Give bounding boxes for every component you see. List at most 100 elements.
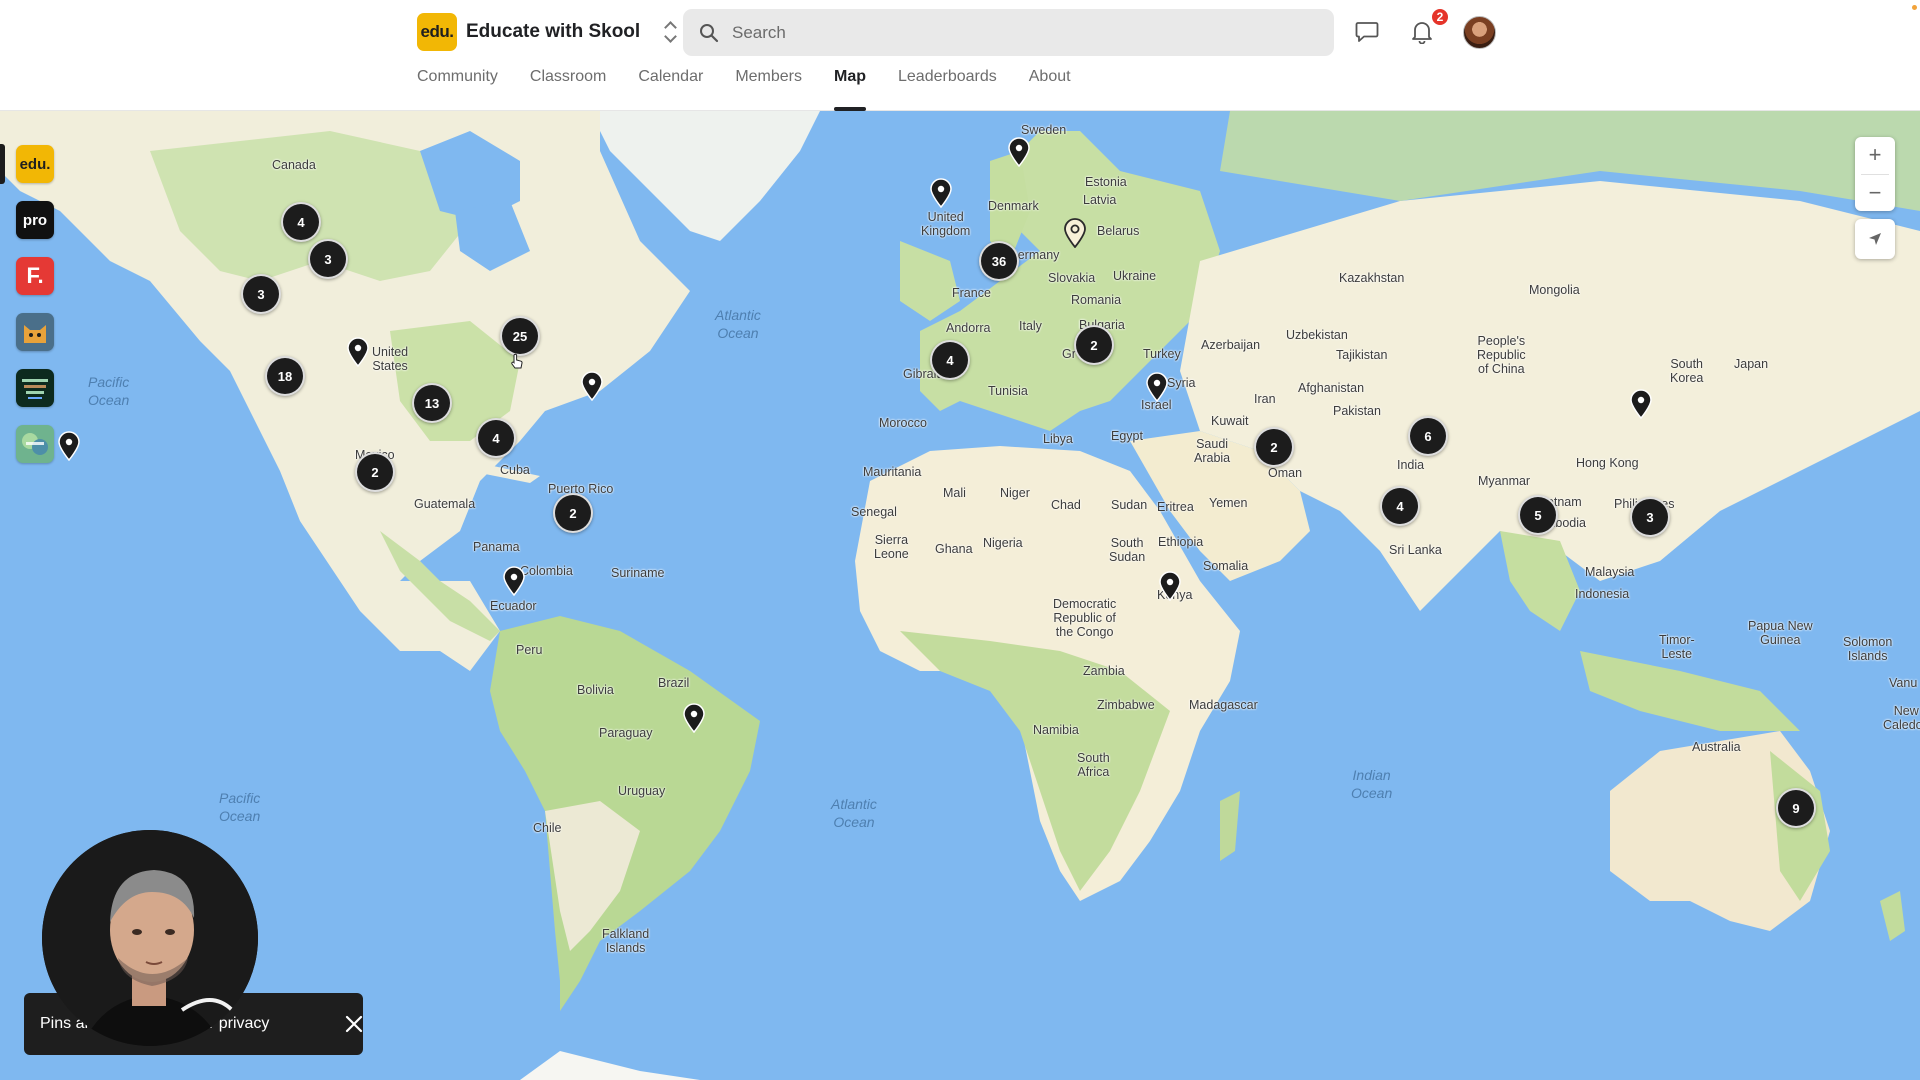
community-f[interactable]: F. — [16, 257, 54, 295]
webcam-overlay — [42, 830, 258, 1046]
label-chile: Chile — [533, 821, 562, 835]
map-land-layer — [0, 111, 1920, 1080]
community-name[interactable]: Educate with Skool — [466, 21, 640, 43]
community-cat[interactable] — [16, 313, 54, 351]
label-china: People's Republic of China — [1477, 334, 1526, 376]
map-pin-icon[interactable] — [1158, 571, 1182, 601]
label-united-kingdom: United Kingdom — [921, 210, 971, 238]
search-icon — [700, 23, 719, 42]
map-cluster[interactable]: 4 — [476, 418, 516, 458]
map-pin-icon[interactable] — [1007, 137, 1031, 167]
map-cluster[interactable]: 3 — [1630, 497, 1670, 537]
label-atlantic-ocean-north: Atlantic Ocean — [715, 307, 761, 341]
community-edu[interactable]: edu. — [16, 145, 54, 183]
label-yemen: Yemen — [1209, 496, 1248, 510]
map-cluster[interactable]: 3 — [308, 239, 348, 279]
close-icon[interactable] — [340, 1010, 368, 1038]
label-mali: Mali — [943, 486, 966, 500]
tab-calendar[interactable]: Calendar — [638, 68, 703, 111]
map-pin-icon[interactable] — [1145, 372, 1169, 402]
label-vanuatu: Vanu — [1889, 676, 1918, 690]
label-zimbabwe: Zimbabwe — [1097, 698, 1155, 712]
map-cluster[interactable]: 2 — [1074, 325, 1114, 365]
map-pin-icon[interactable] — [682, 703, 706, 733]
tab-members[interactable]: Members — [735, 68, 802, 111]
map-cluster[interactable]: 18 — [265, 356, 305, 396]
tab-about[interactable]: About — [1029, 68, 1071, 111]
label-south-africa: South Africa — [1077, 751, 1110, 779]
map-cluster[interactable]: 2 — [553, 493, 593, 533]
label-cuba: Cuba — [500, 463, 530, 477]
zoom-out-button[interactable]: − — [1855, 174, 1895, 211]
label-egypt: Egypt — [1111, 429, 1143, 443]
chat-icon[interactable] — [1350, 15, 1384, 49]
community-pro[interactable]: pro — [16, 201, 54, 239]
chevron-updown-icon[interactable] — [662, 19, 680, 45]
navigation-arrow-icon — [1869, 233, 1881, 245]
map-pin-icon[interactable] — [580, 371, 604, 401]
label-ethiopia: Ethiopia — [1158, 535, 1204, 549]
label-indonesia: Indonesia — [1575, 587, 1630, 601]
label-tunisia: Tunisia — [988, 384, 1028, 398]
community-logo[interactable]: edu. — [417, 13, 457, 51]
label-suriname: Suriname — [611, 566, 665, 580]
label-japan: Japan — [1734, 357, 1769, 371]
map-pin-icon[interactable] — [57, 431, 81, 461]
label-uruguay: Uruguay — [618, 784, 666, 798]
search-bar[interactable] — [683, 9, 1334, 56]
label-denmark: Denmark — [988, 199, 1039, 213]
community-green[interactable] — [16, 425, 54, 463]
map-cluster[interactable]: 4 — [281, 202, 321, 242]
map-cluster[interactable]: 36 — [979, 241, 1019, 281]
label-turkey: Turkey — [1143, 347, 1181, 361]
inspire-logo-icon — [22, 379, 48, 399]
map-pin-icon[interactable] — [346, 337, 370, 367]
zoom-in-button[interactable]: + — [1855, 137, 1895, 174]
map-pin-icon[interactable] — [502, 566, 526, 596]
map-cluster[interactable]: 2 — [1254, 427, 1294, 467]
label-indian-ocean: Indian Ocean — [1351, 767, 1393, 801]
label-australia: Australia — [1692, 740, 1741, 754]
tab-map[interactable]: Map — [834, 68, 866, 111]
map-pin-icon[interactable] — [1629, 389, 1653, 419]
tab-classroom[interactable]: Classroom — [530, 68, 606, 111]
tab-community[interactable]: Community — [417, 68, 498, 111]
map-cluster[interactable]: 5 — [1518, 495, 1558, 535]
map-pin-icon[interactable] — [929, 178, 953, 208]
community-switcher[interactable]: edu. Educate with Skool — [417, 13, 680, 51]
user-avatar[interactable] — [1463, 16, 1496, 49]
locate-me-button[interactable] — [1855, 219, 1895, 259]
label-syria: Syria — [1167, 376, 1196, 390]
community-inspire[interactable] — [16, 369, 54, 407]
map-cluster[interactable]: 4 — [1380, 486, 1420, 526]
search-input[interactable] — [732, 22, 1292, 43]
map-cluster[interactable]: 2 — [355, 452, 395, 492]
map-cluster[interactable]: 13 — [412, 383, 452, 423]
map-pin-highlighted-icon[interactable] — [1063, 218, 1087, 248]
label-mauritania: Mauritania — [863, 465, 922, 479]
map-cluster[interactable]: 3 — [241, 274, 281, 314]
label-ghana: Ghana — [935, 542, 973, 556]
map-cluster[interactable]: 25 — [500, 316, 540, 356]
label-eritrea: Eritrea — [1157, 500, 1194, 514]
label-belarus: Belarus — [1097, 224, 1140, 238]
label-namibia: Namibia — [1033, 723, 1079, 737]
label-libya: Libya — [1043, 432, 1073, 446]
world-map[interactable]: Canada United States Mexico Cuba Guatema… — [0, 111, 1920, 1080]
label-solomon-islands: Solomon Islands — [1843, 635, 1893, 663]
label-ecuador: Ecuador — [490, 599, 537, 613]
label-falkland-islands: Falkland Islands — [602, 927, 650, 955]
map-cluster[interactable]: 6 — [1408, 416, 1448, 456]
label-france: France — [952, 286, 991, 300]
label-sudan: Sudan — [1111, 498, 1148, 512]
map-cluster[interactable]: 9 — [1776, 788, 1816, 828]
label-nigeria: Nigeria — [983, 536, 1023, 550]
label-afghanistan: Afghanistan — [1298, 381, 1365, 395]
label-papua-new-guinea: Papua New Guinea — [1748, 619, 1813, 647]
label-india: India — [1397, 458, 1425, 472]
label-sri-lanka: Sri Lanka — [1389, 543, 1442, 557]
label-pacific-ocean-north: Pacific Ocean — [88, 374, 130, 408]
label-panama: Panama — [473, 540, 520, 554]
map-cluster[interactable]: 4 — [930, 340, 970, 380]
tab-leaderboards[interactable]: Leaderboards — [898, 68, 997, 111]
